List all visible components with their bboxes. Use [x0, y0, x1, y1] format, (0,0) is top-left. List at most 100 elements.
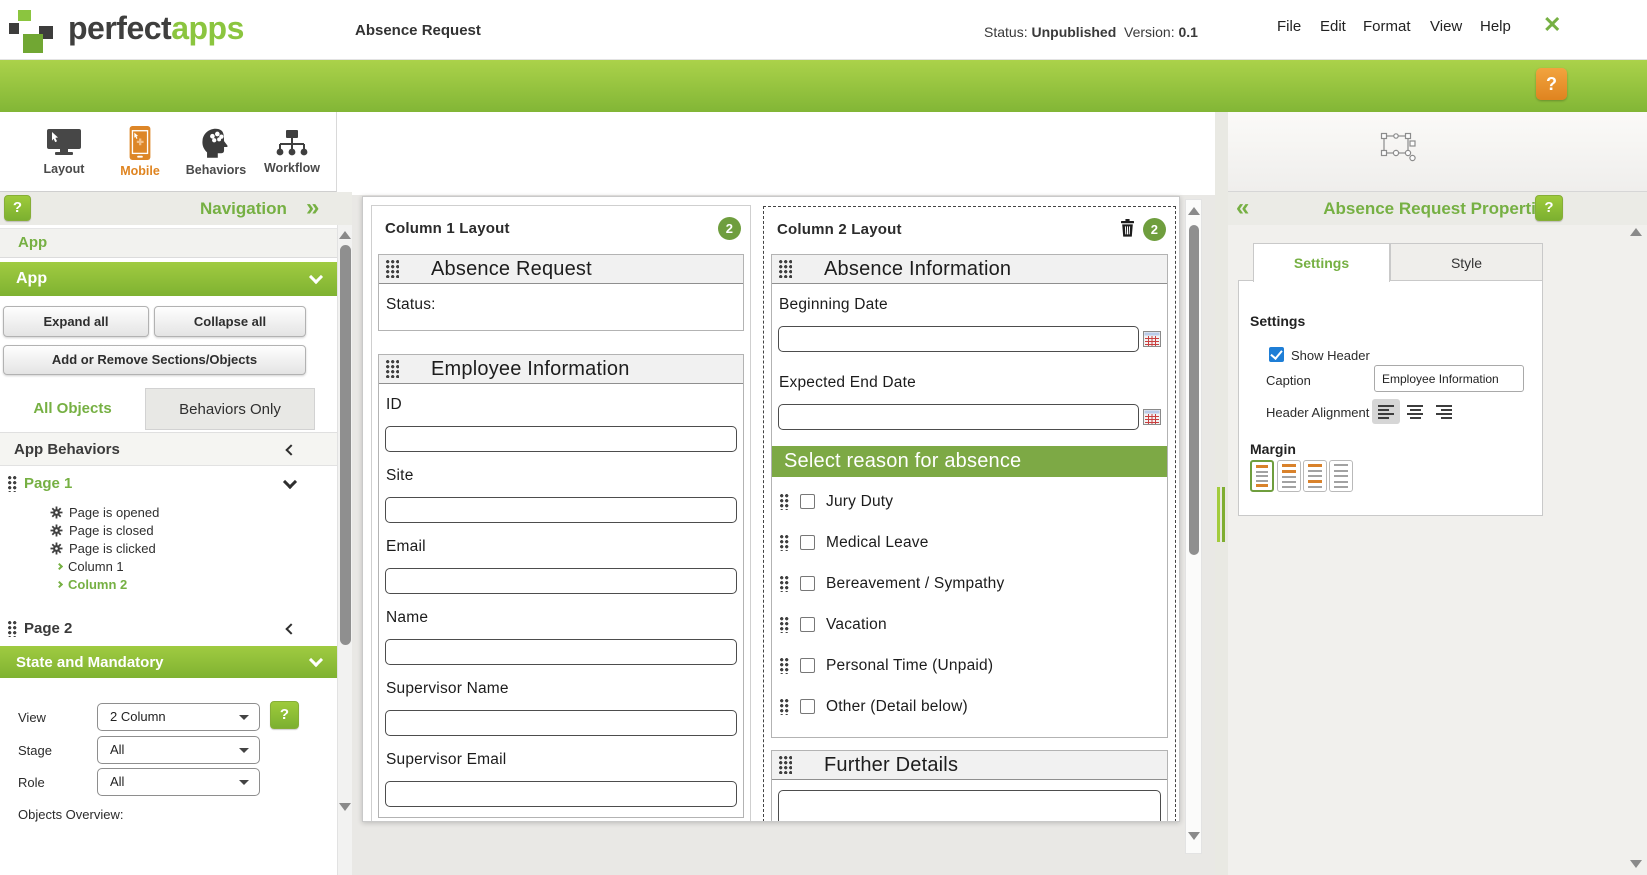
drag-handle-icon[interactable] — [780, 658, 789, 674]
drag-handle-icon[interactable] — [780, 617, 789, 633]
app-tree-header[interactable]: App — [0, 262, 337, 296]
view-help-button[interactable]: ? — [270, 701, 299, 729]
toolbar-item-mobile[interactable]: Mobile — [110, 112, 170, 191]
supervisor-name-input[interactable] — [385, 710, 737, 736]
drag-handle-icon[interactable] — [779, 756, 792, 774]
further-details-input[interactable] — [778, 790, 1161, 822]
menu-file[interactable]: File — [1277, 18, 1301, 35]
absence-information-section[interactable]: Absence Information Beginning Date Expec… — [771, 254, 1168, 738]
collapse-all-button[interactable]: Collapse all — [154, 306, 306, 337]
nav-scrollbar[interactable] — [337, 225, 352, 875]
tab-style[interactable]: Style — [1390, 243, 1543, 281]
close-icon[interactable]: ✕ — [1543, 12, 1561, 38]
scroll-down-icon[interactable] — [1630, 860, 1642, 868]
navigation-help-button[interactable]: ? — [4, 195, 31, 221]
drag-handle-icon[interactable] — [8, 621, 17, 637]
checkbox-row: Jury Duty — [778, 481, 1161, 522]
id-input[interactable] — [385, 426, 737, 452]
show-header-checkbox[interactable] — [1269, 347, 1284, 362]
align-right-button[interactable] — [1430, 399, 1458, 424]
margin-preset-2-button[interactable] — [1277, 460, 1301, 492]
menu-view[interactable]: View — [1430, 18, 1462, 35]
menu-edit[interactable]: Edit — [1320, 18, 1346, 35]
tree-page-1[interactable]: Page 1 — [0, 468, 337, 500]
state-mandatory-header[interactable]: State and Mandatory — [0, 646, 337, 678]
tree-item-page-closed[interactable]: Page is closed — [50, 521, 154, 539]
expected-end-date-input[interactable] — [778, 404, 1139, 430]
margin-preset-4-button[interactable] — [1329, 460, 1353, 492]
column-2-layout-panel[interactable]: Column 2 Layout 2 Absence Information Be… — [763, 206, 1176, 822]
section-header[interactable]: Employee Information — [379, 355, 743, 384]
tree-item-page-clicked[interactable]: Page is clicked — [50, 539, 156, 557]
section-header[interactable]: Absence Information — [772, 255, 1167, 284]
ribbon-help-button[interactable]: ? — [1536, 68, 1567, 100]
tree-page-2[interactable]: Page 2 — [0, 613, 337, 645]
toolbar-item-behaviors[interactable]: Behaviors — [186, 112, 246, 191]
jury-duty-checkbox[interactable] — [800, 494, 815, 509]
drag-handle-icon[interactable] — [780, 576, 789, 592]
scroll-down-icon[interactable] — [339, 803, 351, 811]
right-panel-splitter[interactable] — [1215, 112, 1228, 875]
bereavement-checkbox[interactable] — [800, 576, 815, 591]
employee-information-section[interactable]: Employee Information ID Site Email Name … — [378, 354, 744, 818]
supervisor-email-input[interactable] — [385, 781, 737, 807]
vacation-checkbox[interactable] — [800, 617, 815, 632]
tree-item-page-opened[interactable]: Page is opened — [50, 503, 159, 521]
scroll-up-icon[interactable] — [339, 231, 351, 239]
calendar-icon[interactable] — [1143, 331, 1161, 347]
toolbar-item-workflow[interactable]: Workflow — [262, 112, 322, 191]
tab-settings[interactable]: Settings — [1253, 243, 1390, 282]
drag-handle-icon[interactable] — [780, 699, 789, 715]
name-input[interactable] — [385, 639, 737, 665]
calendar-icon[interactable] — [1143, 409, 1161, 425]
margin-preset-3-button[interactable] — [1303, 460, 1327, 492]
properties-collapse-icon[interactable]: « — [1236, 193, 1249, 223]
trash-icon[interactable] — [1120, 219, 1135, 237]
menu-help[interactable]: Help — [1480, 18, 1511, 35]
drag-handle-icon[interactable] — [780, 494, 789, 510]
drag-handle-icon[interactable] — [780, 535, 789, 551]
beginning-date-input[interactable] — [778, 326, 1139, 352]
nav-scrollbar-thumb[interactable] — [340, 245, 351, 645]
site-input[interactable] — [385, 497, 737, 523]
menu-format[interactable]: Format — [1363, 18, 1411, 35]
scroll-up-icon[interactable] — [1188, 207, 1200, 215]
tab-behaviors-only[interactable]: Behaviors Only — [145, 388, 315, 430]
role-select[interactable]: All — [97, 768, 260, 796]
personal-time-checkbox[interactable] — [800, 658, 815, 673]
margin-preset-1-button[interactable] — [1250, 460, 1274, 492]
expand-all-button[interactable]: Expand all — [3, 306, 149, 337]
section-header[interactable]: Further Details — [772, 751, 1167, 780]
scroll-down-icon[interactable] — [1188, 832, 1200, 840]
tree-item-column-2[interactable]: Column 2 — [57, 575, 127, 593]
drag-handle-icon[interactable] — [386, 360, 399, 378]
other-checkbox[interactable] — [800, 699, 815, 714]
align-center-button[interactable] — [1401, 399, 1429, 424]
email-input[interactable] — [385, 568, 737, 594]
properties-help-button[interactable]: ? — [1535, 195, 1563, 221]
drag-handle-icon[interactable] — [8, 476, 17, 492]
toolbar-item-layout[interactable]: Layout — [34, 112, 94, 191]
app-behaviors-header[interactable]: App Behaviors — [0, 432, 337, 466]
further-details-section[interactable]: Further Details — [771, 750, 1168, 822]
drag-handle-icon[interactable] — [779, 260, 792, 278]
add-remove-sections-button[interactable]: Add or Remove Sections/Objects — [3, 345, 306, 375]
column-1-layout-panel[interactable]: Column 1 Layout 2 Absence Request Status… — [371, 205, 751, 822]
drag-handle-icon[interactable] — [386, 260, 399, 278]
chevron-left-icon — [285, 444, 296, 455]
canvas-scrollbar-thumb[interactable] — [1189, 225, 1199, 555]
stage-select[interactable]: All — [97, 736, 260, 764]
navigation-collapse-icon[interactable]: » — [306, 193, 319, 223]
medical-leave-checkbox[interactable] — [800, 535, 815, 550]
align-left-button[interactable] — [1372, 399, 1400, 424]
absence-request-section[interactable]: Absence Request Status: — [378, 254, 744, 331]
section-header[interactable]: Absence Request — [379, 255, 743, 284]
caption-input[interactable] — [1374, 365, 1524, 392]
tab-all-objects[interactable]: All Objects — [0, 388, 145, 430]
canvas-scrollbar[interactable] — [1185, 199, 1202, 854]
splitter-grip-icon[interactable] — [1217, 487, 1227, 542]
scroll-up-icon[interactable] — [1630, 228, 1642, 236]
tree-item-column-1[interactable]: Column 1 — [57, 557, 124, 575]
state-mandatory-label: State and Mandatory — [16, 654, 164, 671]
view-select[interactable]: 2 Column — [97, 703, 260, 731]
